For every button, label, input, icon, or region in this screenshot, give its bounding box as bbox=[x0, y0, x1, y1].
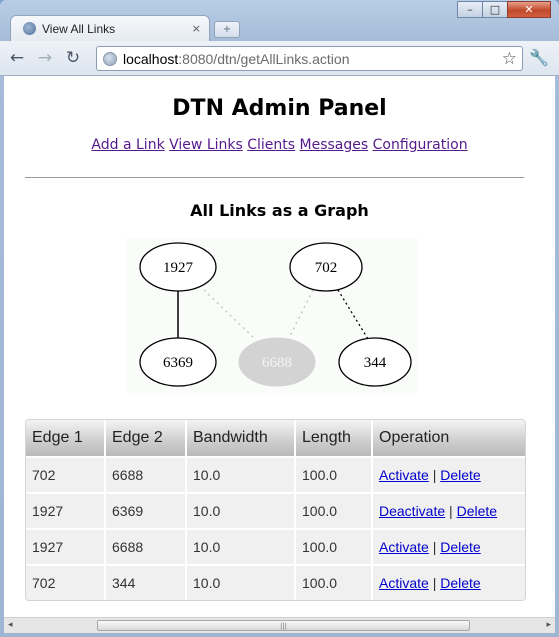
divider bbox=[25, 177, 524, 178]
node-label-6688: 6688 bbox=[262, 355, 292, 371]
nav-clients[interactable]: Clients bbox=[247, 137, 295, 153]
delete-link[interactable]: Delete bbox=[440, 575, 480, 591]
node-label-1927: 1927 bbox=[163, 260, 194, 276]
reload-button[interactable]: ↻ bbox=[62, 47, 84, 69]
delete-link[interactable]: Delete bbox=[457, 503, 497, 519]
nav-view-links[interactable]: View Links bbox=[169, 137, 243, 153]
cell-bandwidth: 10.0 bbox=[185, 492, 295, 529]
cell-edge2: 6369 bbox=[104, 492, 186, 529]
node-label-344: 344 bbox=[364, 355, 387, 371]
scroll-right-icon[interactable]: ▸ bbox=[546, 620, 551, 630]
cell-edge1: 702 bbox=[26, 456, 105, 493]
maximize-button[interactable]: □ bbox=[482, 1, 508, 18]
deactivate-link[interactable]: Deactivate bbox=[379, 503, 445, 519]
window-controls: – □ ✕ bbox=[457, 1, 551, 18]
browser-window: – □ ✕ View All Links × + ← → ↻ localhost… bbox=[0, 0, 559, 637]
table-header-row: Edge 1 Edge 2 Bandwidth Length Operation bbox=[26, 420, 525, 457]
cell-operation: Activate | Delete bbox=[371, 528, 525, 565]
new-tab-button[interactable]: + bbox=[214, 21, 240, 38]
separator: | bbox=[432, 467, 437, 483]
page-title: DTN Admin Panel bbox=[172, 96, 387, 121]
delete-link[interactable]: Delete bbox=[440, 539, 480, 555]
col-length: Length bbox=[294, 420, 372, 457]
cell-length: 100.0 bbox=[294, 528, 372, 565]
close-window-button[interactable]: ✕ bbox=[507, 1, 551, 18]
node-label-6369: 6369 bbox=[163, 355, 193, 371]
minimize-button[interactable]: – bbox=[457, 1, 483, 18]
url-host: localhost bbox=[123, 50, 179, 67]
cell-operation: Activate | Delete bbox=[371, 456, 525, 493]
scrollbar-thumb[interactable]: ||| bbox=[97, 620, 470, 631]
separator: | bbox=[432, 539, 437, 555]
cell-length: 100.0 bbox=[294, 456, 372, 493]
graph-title: All Links as a Graph bbox=[190, 201, 369, 220]
horizontal-scrollbar[interactable]: ◂ ||| ▸ bbox=[4, 617, 555, 633]
table-row: 702 6688 10.0 100.0 Activate | Delete bbox=[26, 456, 525, 493]
cell-bandwidth: 10.0 bbox=[185, 528, 295, 565]
admin-nav: Add a Link View Links Clients Messages C… bbox=[4, 137, 555, 153]
table-row: 702 344 10.0 100.0 Activate | Delete bbox=[26, 564, 525, 600]
scroll-grip-icon: ||| bbox=[279, 621, 288, 630]
cell-edge2: 6688 bbox=[104, 456, 186, 493]
table-row: 1927 6369 10.0 100.0 Deactivate | Delete bbox=[26, 492, 525, 529]
nav-configuration[interactable]: Configuration bbox=[373, 137, 468, 153]
links-table: Edge 1 Edge 2 Bandwidth Length Operation… bbox=[25, 419, 526, 601]
activate-link[interactable]: Activate bbox=[379, 575, 429, 591]
cell-edge2: 6688 bbox=[104, 528, 186, 565]
cell-bandwidth: 10.0 bbox=[185, 564, 295, 600]
cell-length: 100.0 bbox=[294, 492, 372, 529]
col-edge1: Edge 1 bbox=[26, 420, 105, 457]
nav-add-link[interactable]: Add a Link bbox=[91, 137, 164, 153]
globe-icon bbox=[23, 22, 36, 35]
cell-edge1: 702 bbox=[26, 564, 105, 600]
node-label-702: 702 bbox=[315, 260, 338, 276]
browser-toolbar: ← → ↻ localhost:8080/dtn/getAllLinks.act… bbox=[0, 41, 559, 76]
scroll-left-icon[interactable]: ◂ bbox=[8, 620, 13, 630]
tab-close-icon[interactable]: × bbox=[192, 22, 201, 35]
wrench-icon[interactable]: 🔧 bbox=[529, 48, 549, 67]
activate-link[interactable]: Activate bbox=[379, 539, 429, 555]
forward-button[interactable]: → bbox=[34, 47, 56, 69]
col-edge2: Edge 2 bbox=[104, 420, 186, 457]
delete-link[interactable]: Delete bbox=[440, 467, 480, 483]
nav-messages[interactable]: Messages bbox=[300, 137, 369, 153]
browser-tab[interactable]: View All Links × bbox=[10, 15, 210, 41]
cell-bandwidth: 10.0 bbox=[185, 456, 295, 493]
cell-length: 100.0 bbox=[294, 564, 372, 600]
address-bar[interactable]: localhost:8080/dtn/getAllLinks.action ☆ bbox=[96, 46, 523, 71]
cell-edge1: 1927 bbox=[26, 528, 105, 565]
tab-title: View All Links bbox=[42, 21, 116, 36]
cell-operation: Activate | Delete bbox=[371, 564, 525, 600]
back-button[interactable]: ← bbox=[6, 47, 28, 69]
cell-operation: Deactivate | Delete bbox=[371, 492, 525, 529]
bookmark-star-icon[interactable]: ☆ bbox=[502, 49, 517, 69]
col-operation: Operation bbox=[371, 420, 525, 457]
links-graph: 1927 702 6369 6688 344 bbox=[126, 238, 418, 393]
page-icon bbox=[103, 51, 117, 66]
col-bandwidth: Bandwidth bbox=[185, 420, 295, 457]
cell-edge1: 1927 bbox=[26, 492, 105, 529]
activate-link[interactable]: Activate bbox=[379, 467, 429, 483]
separator: | bbox=[432, 575, 437, 591]
table-row: 1927 6688 10.0 100.0 Activate | Delete bbox=[26, 528, 525, 565]
separator: | bbox=[449, 503, 453, 519]
url-path: :8080/dtn/getAllLinks.action bbox=[178, 50, 350, 67]
page-viewport: DTN Admin Panel Add a Link View Links Cl… bbox=[4, 76, 555, 617]
cell-edge2: 344 bbox=[104, 564, 186, 600]
